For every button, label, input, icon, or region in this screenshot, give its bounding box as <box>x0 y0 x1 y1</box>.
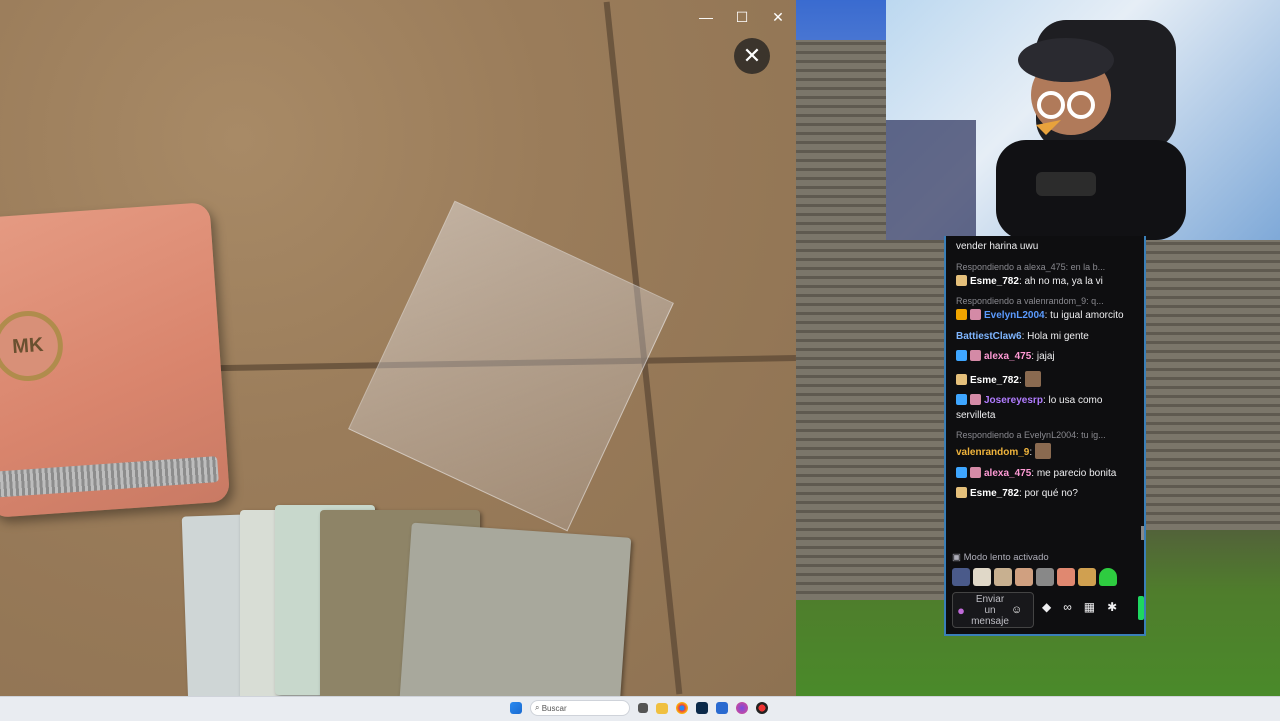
chat-input[interactable]: ● Enviar un mensaje ☺ <box>952 592 1034 628</box>
emote[interactable] <box>1015 568 1033 586</box>
search-placeholder: Buscar <box>541 703 567 713</box>
chat-username[interactable]: Esme_782 <box>970 375 1019 386</box>
chat-message: valenrandom_9: <box>956 443 1142 461</box>
photoshop-icon[interactable] <box>696 702 708 714</box>
windows-start-icon[interactable] <box>510 702 522 714</box>
chat-message: BattiestClaw6: Hola mi gente <box>956 330 1089 342</box>
slow-mode-notice: ▣ Modo lento activado <box>952 552 1049 563</box>
window-controls: — ☐ ✕ <box>688 6 796 28</box>
chat-toolbar: ◆ ∞ ▦ ✱ <box>1042 600 1117 614</box>
user-badge-icon[interactable] <box>956 466 967 478</box>
chat-username[interactable]: Esme_782 <box>970 488 1019 499</box>
close-image-button[interactable]: ✕ <box>734 38 770 74</box>
user-badge-icon[interactable] <box>956 487 967 498</box>
store-icon[interactable] <box>716 702 728 714</box>
chat-message-text: jajaj <box>1036 351 1055 362</box>
chat-message-list: vender harina uwu Respondiendo a alexa_47… <box>956 240 1142 508</box>
wallet-zipper <box>0 456 219 499</box>
chat-message: Esme_782: ah no ma, ya la vi <box>956 274 1142 290</box>
close-window-button[interactable]: ✕ <box>760 6 796 28</box>
chat-message: alexa_475: me parecio bonita <box>956 466 1142 482</box>
chat-reply-context[interactable]: Respondiendo a EvelynL2004: tu ig... <box>956 429 1142 442</box>
minimize-button[interactable]: — <box>688 6 724 28</box>
chat-emote <box>1034 443 1051 459</box>
browser-icon[interactable] <box>736 702 748 714</box>
chat-username[interactable]: BattiestClaw6 <box>956 331 1022 342</box>
ruin-structure <box>1146 240 1280 530</box>
emote[interactable] <box>973 568 991 586</box>
user-badge-icon[interactable] <box>970 350 981 361</box>
wallet-photo: MK <box>0 201 231 519</box>
taskbar-search[interactable]: ⌕ Buscar <box>530 700 630 716</box>
user-badge-icon[interactable] <box>956 394 967 405</box>
chat-message-text: Hola mi gente <box>1027 330 1089 342</box>
photo-viewer-window: MK — ☐ ✕ ✕ <box>0 0 796 696</box>
chat-reply-context[interactable]: Respondiendo a valenrandom_9: q... <box>956 295 1142 308</box>
chat-username[interactable]: Esme_782 <box>970 276 1019 287</box>
recording-icon[interactable] <box>756 702 768 714</box>
chat-message: alexa_475: jajaj <box>956 350 1142 365</box>
user-badge-icon[interactable] <box>956 373 967 385</box>
send-indicator[interactable] <box>1138 596 1144 620</box>
emote[interactable] <box>994 568 1012 586</box>
emote[interactable] <box>1036 568 1054 586</box>
user-badge-icon[interactable] <box>956 350 967 361</box>
chat-message-text: tu igual amorcito <box>1050 310 1124 321</box>
emote[interactable] <box>952 568 970 586</box>
user-badge-icon[interactable] <box>970 394 981 405</box>
chat-input-placeholder: Enviar un mensaje <box>971 593 1009 627</box>
file-explorer-icon[interactable] <box>656 702 668 714</box>
emote[interactable] <box>1099 568 1117 586</box>
microphone-icon[interactable]: ● <box>953 603 969 618</box>
chat-message-text: me parecio bonita <box>1036 467 1117 479</box>
bits-icon[interactable]: ◆ <box>1042 600 1051 614</box>
chat-username[interactable]: EvelynL2004 <box>984 310 1045 321</box>
settings-icon[interactable]: ✱ <box>1107 600 1117 614</box>
user-badge-icon[interactable] <box>956 309 967 320</box>
user-badge-icon[interactable] <box>970 466 981 478</box>
task-view-icon[interactable] <box>638 703 648 713</box>
chat-reply-context[interactable]: Respondiendo a alexa_475: en la b... <box>956 261 1142 274</box>
user-badge-icon[interactable] <box>956 274 967 286</box>
chat-username[interactable]: valenrandom_9 <box>956 447 1029 458</box>
chat-message-text: vender harina uwu <box>956 241 1039 252</box>
emote-bar <box>952 568 1117 586</box>
plastic-bag-photo <box>348 200 674 532</box>
chat-username[interactable]: alexa_475 <box>984 468 1031 479</box>
chat-message: Esme_782: <box>956 370 1142 389</box>
emote[interactable] <box>1057 568 1075 586</box>
chat-message-text: por qué no? <box>1024 488 1078 499</box>
emoji-icon[interactable]: ☺ <box>1011 604 1022 616</box>
chat-scrollbar[interactable] <box>1141 526 1144 540</box>
chat-message: Esme_782: por qué no? <box>956 487 1142 502</box>
chat-panel: vender harina uwu Respondiendo a alexa_47… <box>944 236 1146 636</box>
user-badge-icon[interactable] <box>970 309 981 320</box>
banknote <box>398 522 632 696</box>
chat-message: vender harina uwu <box>956 240 1142 255</box>
chat-username[interactable]: alexa_475 <box>984 351 1031 362</box>
webcam-overlay <box>886 0 1280 240</box>
chat-message: Josereyesrp: lo usa como servilleta <box>956 394 1103 421</box>
emote[interactable] <box>1078 568 1096 586</box>
wallet-logo: MK <box>0 308 66 384</box>
chat-username[interactable]: Josereyesrp <box>984 395 1043 406</box>
banknotes-photo <box>180 505 632 696</box>
chat-emote <box>1024 370 1041 387</box>
search-icon: ⌕ <box>535 703 542 712</box>
chat-message: EvelynL2004: tu igual amorcito <box>956 309 1142 324</box>
windows-taskbar: ⌕ Buscar <box>0 696 1280 721</box>
maximize-button[interactable]: ☐ <box>724 6 760 28</box>
gift-icon[interactable]: ▦ <box>1084 600 1095 614</box>
chrome-icon[interactable] <box>676 702 688 714</box>
close-icon: ✕ <box>742 43 762 68</box>
streamer-figure <box>886 20 1186 240</box>
chat-message-text: ah no ma, ya la vi <box>1024 275 1103 287</box>
infinity-icon[interactable]: ∞ <box>1063 600 1072 614</box>
